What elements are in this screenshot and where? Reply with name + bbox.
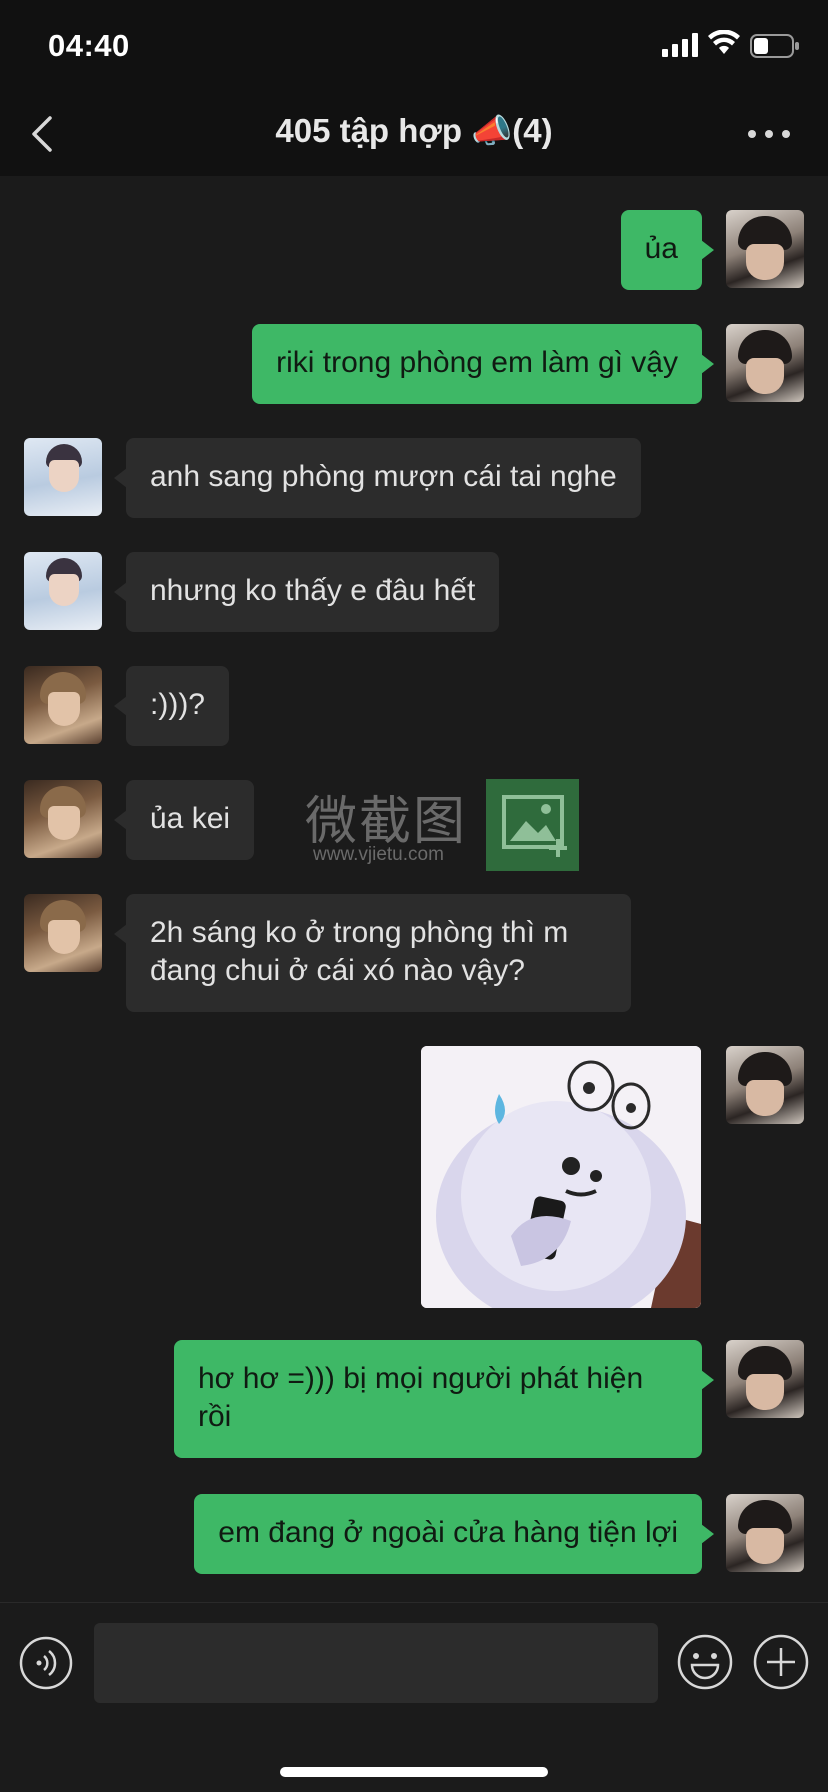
more-options-button[interactable] — [744, 114, 794, 154]
voice-icon[interactable] — [18, 1635, 74, 1691]
wifi-icon — [708, 30, 740, 54]
avatar-self[interactable] — [726, 1046, 804, 1124]
avatar-member-b[interactable] — [24, 894, 102, 972]
message-composer — [0, 1602, 828, 1792]
status-time: 04:40 — [48, 28, 130, 63]
chat-title: 405 tập hợp 📣(4) — [275, 112, 553, 149]
chat-screen: 04:40 405 tập hợp 📣(4) ủa riki trong phò… — [0, 0, 828, 1792]
status-bar: 04:40 — [0, 0, 828, 92]
avatar-self[interactable] — [726, 1494, 804, 1572]
avatar-member-b[interactable] — [24, 780, 102, 858]
chat-header: 405 tập hợp 📣(4) — [0, 92, 828, 176]
message-bubble-outgoing[interactable]: em đang ở ngoài cửa hàng tiện lợi — [194, 1494, 714, 1574]
message-list[interactable]: ủa riki trong phòng em làm gì vậy anh sa… — [0, 176, 828, 1602]
message-bubble-incoming[interactable]: :)))? — [114, 666, 229, 746]
message-input[interactable] — [94, 1623, 658, 1703]
battery-icon — [750, 34, 799, 58]
message-bubble-incoming[interactable]: nhưng ko thấy e đâu hết — [113, 552, 500, 632]
avatar-member-a[interactable] — [24, 438, 102, 516]
message-bubble-incoming[interactable]: anh sang phòng mượn cái tai nghe — [114, 438, 641, 518]
avatar-member-a[interactable] — [24, 552, 102, 630]
plus-icon[interactable] — [752, 1633, 810, 1691]
avatar-self[interactable] — [726, 324, 804, 402]
sweating-blob-sticker-icon — [421, 1046, 701, 1308]
message-bubble-incoming[interactable]: 2h sáng ko ở trong phòng thì m đang chui… — [114, 894, 631, 1012]
watermark-url: www.vjietu.com — [313, 844, 444, 865]
message-bubble-outgoing[interactable]: hơ hơ =))) bị mọi người phát hiện rồi — [174, 1340, 714, 1458]
watermark-logo-icon — [486, 779, 579, 871]
message-bubble-outgoing[interactable]: ủa — [620, 210, 715, 290]
avatar-self[interactable] — [726, 210, 804, 288]
message-bubble-incoming[interactable]: ủa kei — [113, 780, 255, 860]
watermark-text: 微截图 — [305, 792, 468, 852]
smiley-icon[interactable] — [676, 1633, 734, 1691]
sticker-message[interactable] — [421, 1046, 701, 1308]
avatar-self[interactable] — [726, 1340, 804, 1418]
signal-icon — [662, 33, 698, 57]
message-bubble-outgoing[interactable]: riki trong phòng em làm gì vậy — [252, 324, 714, 404]
avatar-member-b[interactable] — [24, 666, 102, 744]
home-indicator[interactable] — [280, 1767, 548, 1777]
